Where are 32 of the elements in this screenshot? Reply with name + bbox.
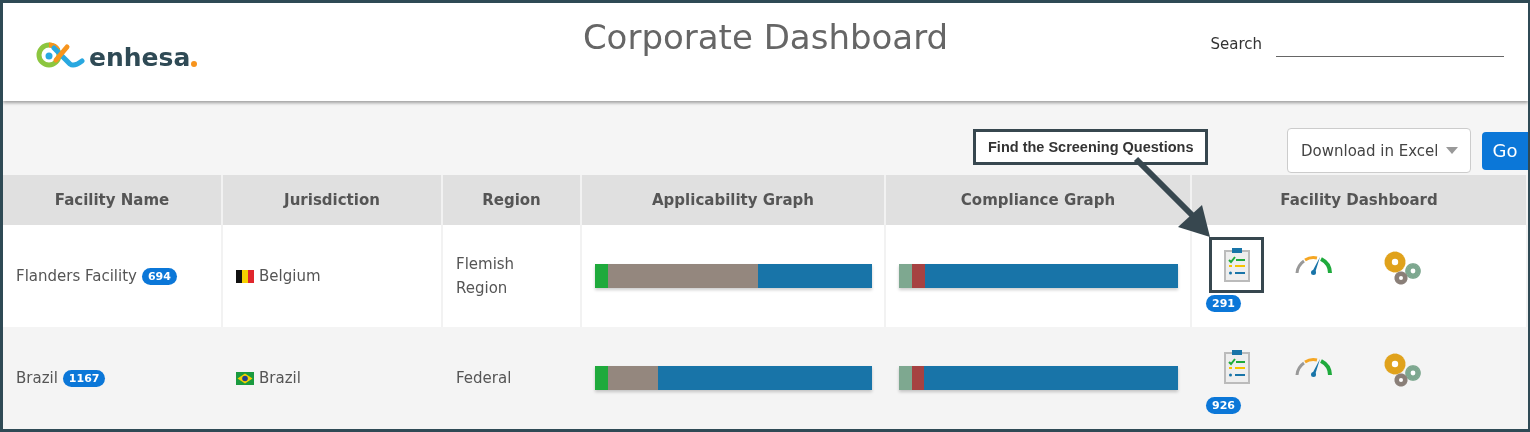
count-badge: 694 [141, 267, 177, 285]
count-badge: 926 [1206, 397, 1241, 414]
flag-icon [236, 371, 254, 385]
column-header: Jurisdiction [223, 175, 443, 225]
count-badge: 1167 [62, 369, 106, 387]
column-header: Region [443, 175, 582, 225]
logo-dot [191, 61, 198, 67]
page-title: Corporate Dashboard [582, 17, 949, 57]
column-header: Facility Dashboard [1192, 175, 1528, 225]
region-name: Flemish Region [456, 254, 516, 299]
clipboard-icon [1221, 247, 1252, 283]
gears-icon[interactable] [1384, 251, 1422, 285]
flag-icon [236, 269, 254, 283]
facility-name[interactable]: Brazil [16, 366, 58, 390]
logo-icon [36, 40, 86, 70]
gears-icon[interactable] [1384, 353, 1422, 387]
jurisdiction-name: Brazil [259, 368, 301, 389]
column-header: Applicability Graph [582, 175, 886, 225]
clipboard-icon [1221, 349, 1252, 385]
column-header: Compliance Graph [886, 175, 1192, 225]
region-name: Federal [456, 368, 513, 389]
logo-text: enhesa [89, 45, 191, 70]
search-label: Search [1210, 34, 1262, 55]
jurisdiction-name: Belgium [259, 266, 321, 287]
callout-label: Find the Screening Questions [973, 129, 1209, 165]
column-header: Facility Name [3, 175, 223, 225]
go-button[interactable]: Go [1482, 131, 1528, 170]
caret-icon [1446, 147, 1458, 154]
facility-name[interactable]: Flanders Facility [16, 264, 137, 288]
count-badge: 291 [1206, 295, 1241, 312]
export-dropdown[interactable]: Download in Excel [1287, 128, 1471, 173]
questions-button[interactable] [1209, 237, 1264, 293]
